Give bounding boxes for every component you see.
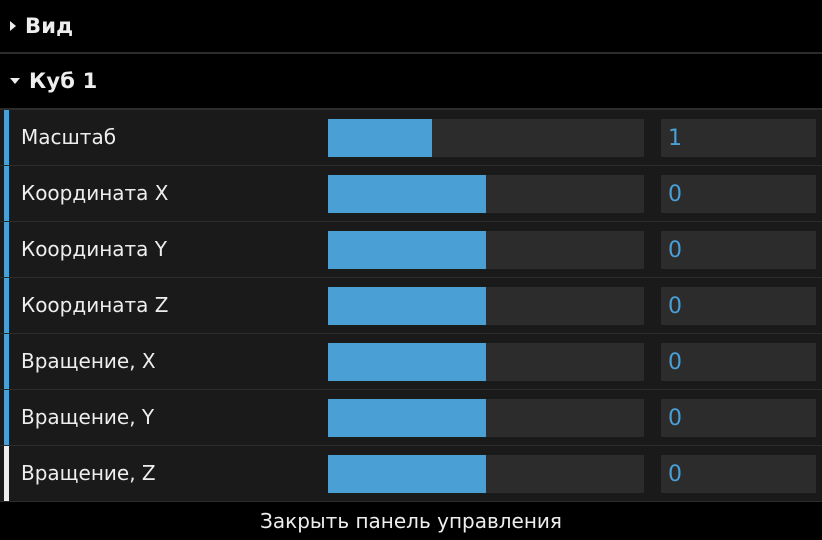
slider-fill	[328, 399, 486, 437]
coordinate-y-slider[interactable]	[328, 231, 644, 269]
rotation-y-slider[interactable]	[328, 399, 644, 437]
control-label: Вращение, X	[21, 349, 156, 373]
control-row-coordinate-z: Координата Z 0	[0, 278, 822, 334]
coordinate-x-value-input[interactable]: 0	[661, 175, 816, 213]
coordinate-z-value-input[interactable]: 0	[661, 287, 816, 325]
slider-fill	[328, 175, 486, 213]
rotation-x-value-input[interactable]: 0	[661, 343, 816, 381]
row-accent-bar	[4, 278, 9, 333]
caret-down-icon	[10, 78, 20, 84]
slider-fill	[328, 455, 486, 493]
control-row-coordinate-y: Координата Y 0	[0, 222, 822, 278]
control-label: Масштаб	[21, 125, 117, 149]
coordinate-y-value-input[interactable]: 0	[661, 231, 816, 269]
scale-value-input[interactable]: 1	[661, 119, 816, 157]
rotation-y-value-input[interactable]: 0	[661, 399, 816, 437]
slider-fill	[328, 287, 486, 325]
close-controls-button[interactable]: Закрыть панель управления	[0, 502, 822, 538]
folder-title-label: Куб 1	[29, 69, 98, 93]
control-row-rotation-z: Вращение, Z 0	[0, 446, 822, 502]
folder-title-label: Вид	[25, 14, 74, 38]
slider-fill	[328, 343, 486, 381]
rotation-x-slider[interactable]	[328, 343, 644, 381]
control-row-rotation-x: Вращение, X 0	[0, 334, 822, 390]
control-row-rotation-y: Вращение, Y 0	[0, 390, 822, 446]
slider-fill	[328, 119, 433, 157]
rotation-z-slider[interactable]	[328, 455, 644, 493]
scale-slider[interactable]	[328, 119, 644, 157]
row-accent-bar	[4, 166, 9, 221]
control-row-coordinate-x: Координата X 0	[0, 166, 822, 222]
folder-cube-title[interactable]: Куб 1	[0, 54, 822, 110]
caret-right-icon	[10, 21, 16, 31]
row-accent-bar	[4, 446, 9, 501]
coordinate-z-slider[interactable]	[328, 287, 644, 325]
folder-view-title[interactable]: Вид	[0, 0, 822, 54]
control-row-scale: Масштаб 1	[0, 110, 822, 166]
coordinate-x-slider[interactable]	[328, 175, 644, 213]
control-label: Координата Z	[21, 293, 169, 317]
rotation-z-value-input[interactable]: 0	[661, 455, 816, 493]
control-label: Вращение, Y	[21, 405, 155, 429]
slider-fill	[328, 231, 486, 269]
row-accent-bar	[4, 390, 9, 445]
row-accent-bar	[4, 222, 9, 277]
control-label: Координата X	[21, 181, 169, 205]
row-accent-bar	[4, 110, 9, 165]
row-accent-bar	[4, 334, 9, 389]
control-label: Координата Y	[21, 237, 168, 261]
control-label: Вращение, Z	[21, 461, 156, 485]
